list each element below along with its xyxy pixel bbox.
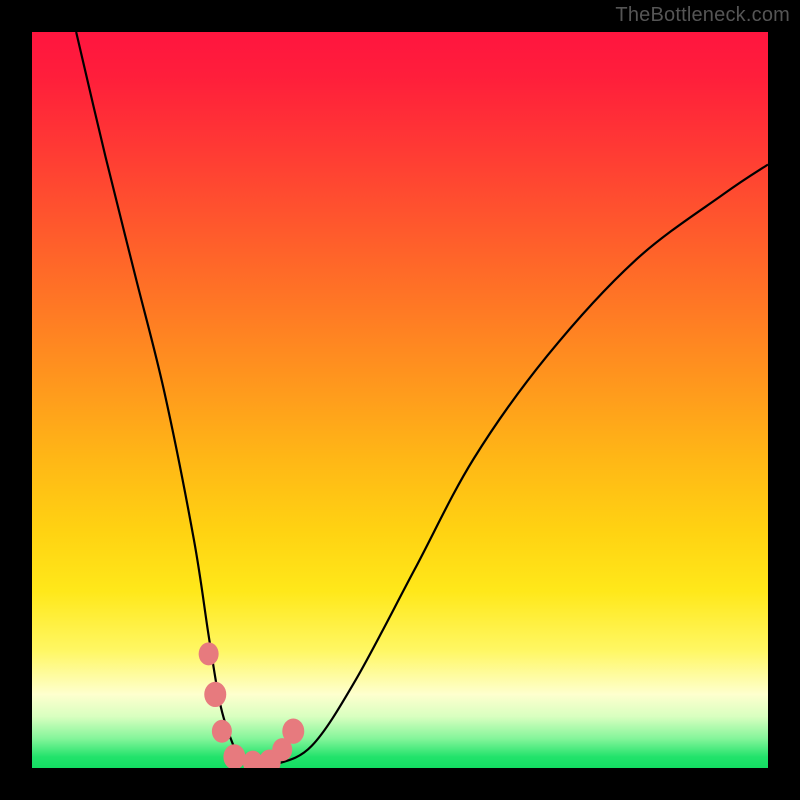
curve-marker [212, 720, 232, 743]
marker-group [199, 642, 305, 768]
chart-frame: TheBottleneck.com [0, 0, 800, 800]
curve-marker [223, 744, 245, 768]
curve-marker [204, 682, 226, 707]
bottleneck-curve [32, 32, 768, 768]
curve-path [76, 32, 768, 766]
curve-marker [282, 719, 304, 744]
plot-area [32, 32, 768, 768]
curve-marker [199, 642, 219, 665]
watermark-text: TheBottleneck.com [615, 4, 790, 27]
